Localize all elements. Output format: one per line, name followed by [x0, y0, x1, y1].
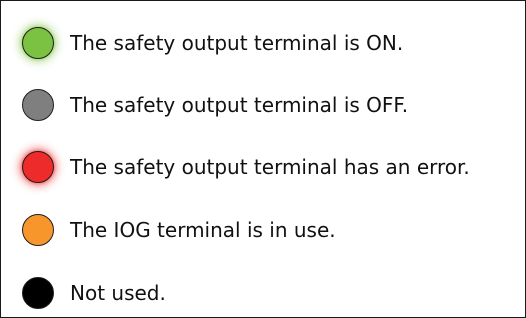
- legend-item-iog-in-use: The IOG terminal is in use.: [1, 206, 336, 254]
- red-status-lamp-icon: [22, 151, 54, 183]
- legend-item-off: The safety output terminal is OFF.: [1, 81, 408, 129]
- green-status-lamp-icon: [22, 27, 54, 59]
- legend-label-not-used: Not used.: [70, 281, 166, 305]
- status-legend-panel: The safety output terminal is ON. The sa…: [0, 0, 526, 318]
- black-status-lamp-icon: [22, 277, 54, 309]
- gray-status-lamp-icon: [22, 89, 54, 121]
- legend-label-off: The safety output terminal is OFF.: [70, 93, 409, 117]
- legend-item-error: The safety output terminal has an error.: [1, 143, 470, 191]
- legend-label-iog-in-use: The IOG terminal is in use.: [70, 218, 336, 242]
- legend-label-on: The safety output terminal is ON.: [70, 31, 404, 55]
- legend-item-on: The safety output terminal is ON.: [1, 19, 403, 67]
- legend-item-not-used: Not used.: [1, 269, 166, 317]
- orange-status-lamp-icon: [22, 214, 54, 246]
- legend-label-error: The safety output terminal has an error.: [70, 155, 470, 179]
